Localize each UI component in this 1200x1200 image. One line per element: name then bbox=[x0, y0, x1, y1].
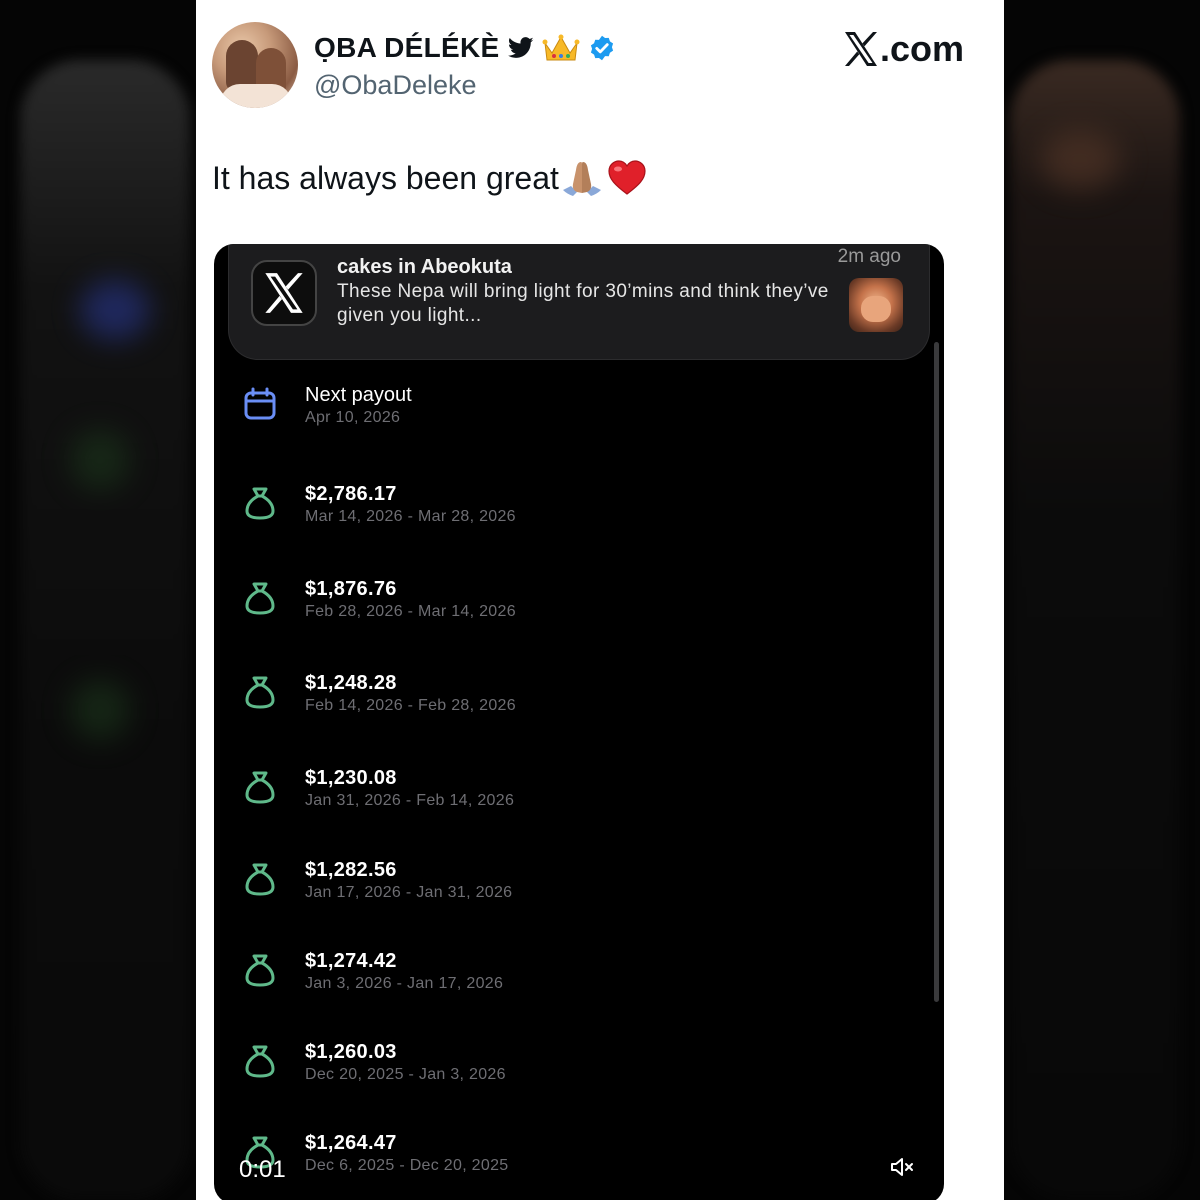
payout-row[interactable]: $1,282.56 Jan 17, 2026 - Jan 31, 2026 bbox=[214, 859, 914, 919]
payout-row[interactable]: $1,264.47 Dec 6, 2025 - Dec 20, 2025 bbox=[214, 1132, 914, 1192]
payout-range: Feb 14, 2026 - Feb 28, 2026 bbox=[305, 697, 516, 714]
payout-row[interactable]: $2,786.17 Mar 14, 2026 - Mar 28, 2026 bbox=[214, 483, 914, 543]
x-com-text: .com bbox=[879, 28, 964, 69]
verified-icon bbox=[590, 35, 613, 61]
notification-body: These Nepa will bring light for 30’mins … bbox=[337, 281, 829, 326]
payout-range: Jan 3, 2026 - Jan 17, 2026 bbox=[305, 975, 504, 992]
payout-amount: $2,786.17 bbox=[305, 483, 397, 505]
payout-row[interactable]: $1,248.28 Feb 14, 2026 - Feb 28, 2026 bbox=[214, 672, 914, 732]
money-bag-icon bbox=[245, 954, 275, 987]
payout-amount: $1,230.08 bbox=[305, 767, 397, 789]
payout-range: Mar 14, 2026 - Mar 28, 2026 bbox=[305, 508, 516, 525]
payout-amount: $1,274.42 bbox=[305, 950, 397, 972]
x-app-icon bbox=[251, 260, 317, 326]
x-logo-icon bbox=[844, 32, 877, 66]
payout-amount: $1,876.76 bbox=[305, 578, 397, 600]
money-bag-icon bbox=[245, 1045, 275, 1078]
x-com-brand: .com bbox=[844, 28, 964, 70]
backdrop-panel-left bbox=[20, 60, 190, 1200]
payout-amount: $1,248.28 bbox=[305, 672, 397, 694]
next-payout-date: Apr 10, 2026 bbox=[305, 409, 401, 426]
tweet-card: ỌBA DÉLÉKÈ @ObaDeleke .com It has always… bbox=[196, 0, 1004, 1200]
money-bag-icon bbox=[245, 676, 275, 709]
scrollbar[interactable] bbox=[934, 342, 939, 1002]
payout-row[interactable]: $1,274.42 Jan 3, 2026 - Jan 17, 2026 bbox=[214, 950, 914, 1010]
next-payout-label: Next payout bbox=[305, 384, 412, 406]
red-heart-emoji-icon bbox=[608, 160, 646, 195]
payout-row[interactable]: $1,260.03 Dec 20, 2025 - Jan 3, 2026 bbox=[214, 1041, 914, 1101]
payout-range: Feb 28, 2026 - Mar 14, 2026 bbox=[305, 603, 516, 620]
notification-title: cakes in Abeokuta bbox=[337, 256, 512, 278]
tweet-text: It has always been great bbox=[212, 159, 559, 196]
author-display-name[interactable]: ỌBA DÉLÉKÈ bbox=[314, 32, 500, 64]
calendar-icon bbox=[244, 387, 276, 420]
payout-range: Dec 20, 2025 - Jan 3, 2026 bbox=[305, 1066, 506, 1083]
author-name-row: ỌBA DÉLÉKÈ bbox=[314, 30, 616, 66]
money-bag-icon bbox=[245, 582, 275, 615]
tweet-text-row: It has always been great bbox=[212, 158, 647, 198]
notification-time: 2m ago bbox=[837, 246, 901, 267]
notification-thumbnail bbox=[849, 278, 903, 332]
crown-icon bbox=[542, 34, 580, 61]
payout-amount: $1,282.56 bbox=[305, 859, 397, 881]
money-bag-icon bbox=[245, 863, 275, 896]
money-bag-icon bbox=[245, 771, 275, 804]
payout-row[interactable]: $1,876.76 Feb 28, 2026 - Mar 14, 2026 bbox=[214, 578, 914, 638]
embedded-video[interactable]: cakes in Abeokuta These Nepa will bring … bbox=[214, 244, 944, 1200]
payout-amount: $1,260.03 bbox=[305, 1041, 397, 1063]
backdrop-panel-right bbox=[1010, 60, 1180, 1200]
author-avatar[interactable] bbox=[212, 22, 298, 108]
muted-speaker-icon[interactable] bbox=[890, 1156, 916, 1178]
payout-row[interactable]: $1,230.08 Jan 31, 2026 - Feb 14, 2026 bbox=[214, 767, 914, 827]
video-timestamp: 0:01 bbox=[239, 1156, 286, 1183]
payout-amount: $1,264.47 bbox=[305, 1132, 397, 1154]
payout-range: Dec 6, 2025 - Dec 20, 2025 bbox=[305, 1157, 509, 1174]
money-bag-icon bbox=[245, 487, 275, 520]
folded-hands-emoji-icon bbox=[562, 162, 601, 196]
author-handle[interactable]: @ObaDeleke bbox=[314, 70, 477, 101]
payout-range: Jan 17, 2026 - Jan 31, 2026 bbox=[305, 884, 513, 901]
bird-icon bbox=[507, 37, 534, 58]
payout-range: Jan 31, 2026 - Feb 14, 2026 bbox=[305, 792, 515, 809]
push-notification[interactable]: cakes in Abeokuta These Nepa will bring … bbox=[228, 244, 930, 360]
next-payout-row: Next payout Apr 10, 2026 bbox=[214, 384, 914, 444]
